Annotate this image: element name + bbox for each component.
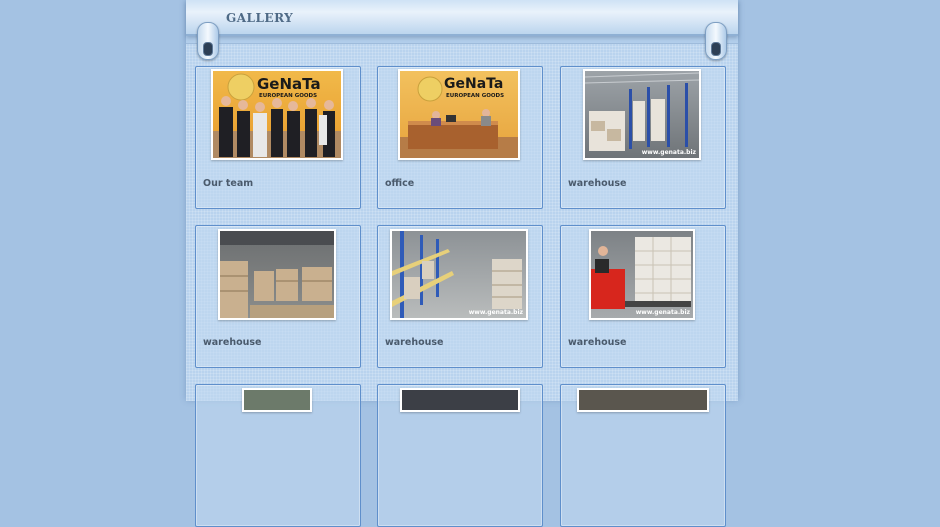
logo-subtext: EUROPEAN GOODS [259, 93, 318, 99]
logo-subtext: EUROPEAN GOODS [446, 93, 505, 99]
gallery-thumbnail[interactable]: www.genata.biz [390, 229, 528, 320]
gallery-caption: warehouse [568, 178, 627, 189]
gallery-thumbnail[interactable]: www.genata.biz [589, 229, 695, 320]
gallery-item-office[interactable]: GeNaTa EUROPEAN GOODS office [377, 66, 543, 209]
gallery-item-our-team[interactable]: GeNaTa EUROPEAN GOODS Our team [195, 66, 361, 209]
logo-text: GeNaTa [444, 76, 504, 92]
gallery-thumbnail[interactable]: www.genata.biz [583, 69, 701, 160]
gallery-thumbnail[interactable]: GeNaTa EUROPEAN GOODS [398, 69, 520, 160]
gallery-thumbnail[interactable] [218, 229, 336, 320]
gallery-item[interactable] [195, 384, 361, 527]
gallery-thumbnail[interactable]: GeNaTa EUROPEAN GOODS [211, 69, 343, 160]
gallery-caption: office [385, 178, 415, 189]
watermark-text: www.genata.biz [635, 309, 690, 316]
pin-icon [197, 22, 219, 60]
gallery-item-warehouse[interactable]: warehouse [195, 225, 361, 368]
header-bar: GALLERY [186, 0, 738, 36]
gallery-thumbnail[interactable] [400, 388, 520, 412]
logo-text: GeNaTa [257, 75, 321, 93]
gallery-item-warehouse[interactable]: www.genata.biz warehouse [560, 225, 726, 368]
gallery-caption: Our team [203, 178, 254, 189]
watermark-text: www.genata.biz [468, 309, 523, 316]
gallery-item[interactable] [377, 384, 543, 527]
gallery-item-warehouse[interactable]: www.genata.biz warehouse [560, 66, 726, 209]
gallery-caption: warehouse [568, 337, 627, 348]
gallery-thumbnail[interactable] [577, 388, 709, 412]
gallery-thumbnail[interactable] [242, 388, 312, 412]
watermark-text: www.genata.biz [641, 149, 696, 156]
gallery-caption: warehouse [385, 337, 444, 348]
pin-icon [705, 22, 727, 60]
gallery-item-warehouse[interactable]: www.genata.biz warehouse [377, 225, 543, 368]
page-title: GALLERY [226, 11, 294, 25]
gallery-caption: warehouse [203, 337, 262, 348]
gallery-item[interactable] [560, 384, 726, 527]
